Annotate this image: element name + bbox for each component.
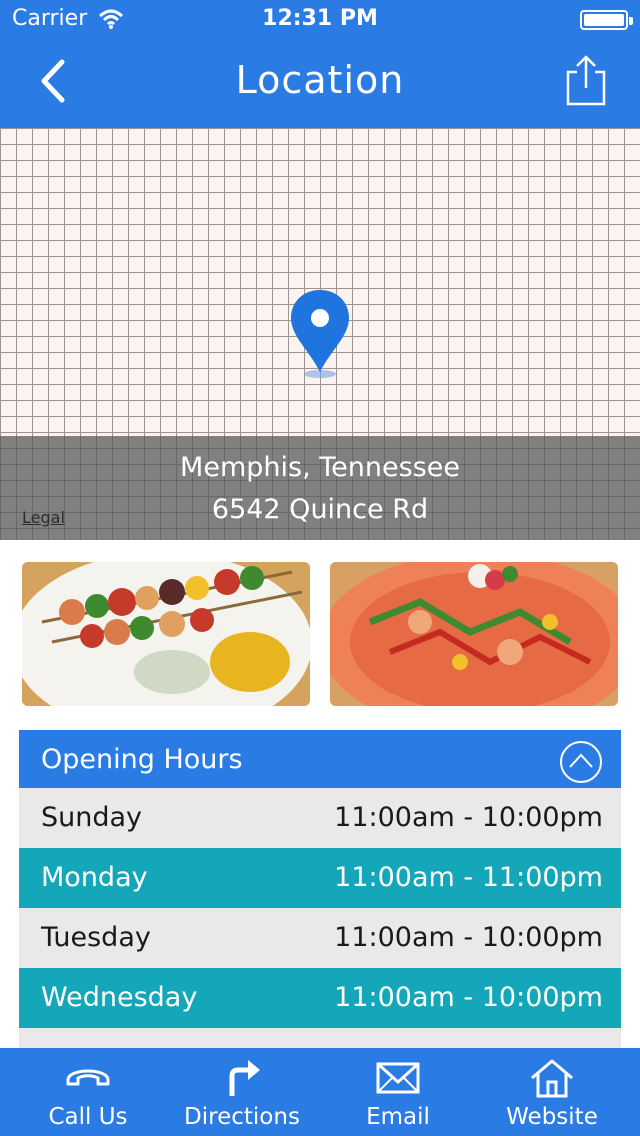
hours-day: Tuesday: [41, 922, 151, 953]
opening-hours-panel: Opening Hours Sunday 11:00am - 10:00pm M…: [19, 730, 621, 1088]
collapse-chevron-up-icon[interactable]: [559, 740, 603, 784]
directions-label: Directions: [184, 1104, 300, 1130]
turn-right-arrow-icon: [229, 1060, 260, 1096]
home-icon: [531, 1059, 573, 1098]
address-city: Memphis, Tennessee: [180, 452, 460, 483]
call-us-label: Call Us: [48, 1104, 128, 1130]
food-photo-shrimp-dish[interactable]: [330, 562, 618, 706]
bottom-tab-bar: Call Us Directions Email Website: [0, 1048, 640, 1136]
status-bar: Carrier 12:31 PM: [0, 0, 640, 40]
hours-day: Sunday: [41, 802, 143, 833]
website-button[interactable]: Website: [472, 1048, 632, 1136]
hours-row: Monday 11:00am - 11:00pm: [19, 848, 621, 908]
directions-button[interactable]: Directions: [162, 1048, 322, 1136]
navigation-bar: Location: [0, 40, 640, 128]
email-label: Email: [366, 1104, 430, 1130]
hours-time: 11:00am - 10:00pm: [334, 922, 603, 953]
header: Carrier 12:31 PM Location: [0, 0, 640, 128]
website-label: Website: [506, 1104, 598, 1130]
legal-link[interactable]: Legal: [22, 508, 65, 527]
hours-time: 11:00am - 10:00pm: [334, 982, 603, 1013]
call-us-button[interactable]: Call Us: [8, 1048, 168, 1136]
location-map[interactable]: Memphis, Tennessee 6542 Quince Rd Legal: [0, 128, 640, 540]
clock: 12:31 PM: [262, 6, 378, 31]
food-photo-skewers[interactable]: [22, 562, 310, 706]
battery-icon: [580, 10, 633, 30]
address-street: 6542 Quince Rd: [211, 494, 429, 525]
email-button[interactable]: Email: [318, 1048, 478, 1136]
address-overlay: Memphis, Tennessee 6542 Quince Rd Legal: [0, 436, 640, 540]
phone-icon: [66, 1069, 110, 1086]
hours-time: 11:00am - 10:00pm: [334, 802, 603, 833]
page-title: Location: [235, 58, 405, 102]
envelope-icon: [376, 1062, 420, 1094]
opening-hours-header[interactable]: Opening Hours: [19, 730, 621, 788]
hours-day: Monday: [41, 862, 148, 893]
share-icon[interactable]: [562, 54, 610, 108]
hours-day: Wednesday: [41, 982, 198, 1013]
hours-row: Tuesday 11:00am - 10:00pm: [19, 908, 621, 968]
hours-row: Wednesday 11:00am - 10:00pm: [19, 968, 621, 1028]
map-pin-icon[interactable]: [289, 288, 351, 380]
opening-hours-title: Opening Hours: [41, 744, 243, 775]
hours-time: 11:00am - 11:00pm: [334, 862, 603, 893]
hours-row: Sunday 11:00am - 10:00pm: [19, 788, 621, 848]
